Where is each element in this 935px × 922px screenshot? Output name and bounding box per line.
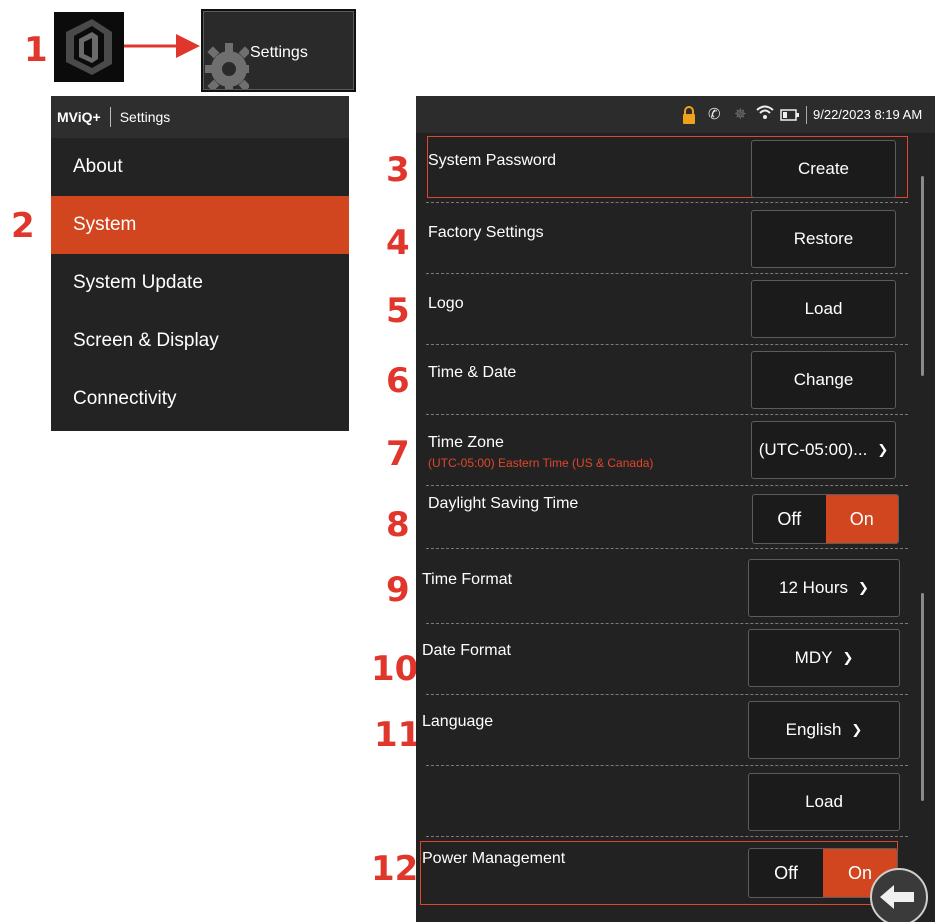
row-divider <box>426 694 908 695</box>
language-dropdown[interactable]: English ❯ <box>748 701 900 759</box>
scrollbar-thumb-lower[interactable] <box>921 593 924 801</box>
power-management-label: Power Management <box>422 850 566 867</box>
callout-12: 12 <box>371 849 419 889</box>
chevron-down-icon: ❯ <box>851 722 863 737</box>
toggle-off-option[interactable]: Off <box>749 849 823 897</box>
load-logo-button[interactable]: Load <box>751 280 896 338</box>
settings-tile-label: Settings <box>250 44 308 61</box>
header-divider <box>109 107 111 127</box>
callout-10: 10 <box>371 649 419 689</box>
time-date-label: Time & Date <box>428 364 517 381</box>
settings-menu: MViQ+ Settings About System System Updat… <box>51 96 349 431</box>
gear-icon <box>205 39 249 89</box>
restore-button[interactable]: Restore <box>751 210 896 268</box>
row-divider <box>426 836 908 837</box>
date-format-dropdown[interactable]: MDY ❯ <box>748 629 900 687</box>
row-divider <box>426 414 908 415</box>
time-format-value: 12 Hours <box>779 578 849 597</box>
time-zone-value: (UTC-05:00)... <box>758 440 868 459</box>
status-datetime: 9/22/2023 8:19 AM <box>813 107 923 122</box>
time-zone-dropdown[interactable]: (UTC-05:00)... ❯ <box>751 421 896 479</box>
callout-9: 9 <box>386 570 410 610</box>
status-divider <box>806 106 807 124</box>
callout-6: 6 <box>386 361 410 401</box>
logo-label: Logo <box>428 295 464 312</box>
menu-item-screen-display[interactable]: Screen & Display <box>51 312 349 370</box>
load-button[interactable]: Load <box>748 773 900 831</box>
brand-label: MViQ+ <box>57 109 101 125</box>
date-format-label: Date Format <box>422 642 511 659</box>
daylight-saving-toggle[interactable]: Off On <box>752 494 899 544</box>
daylight-saving-label: Daylight Saving Time <box>428 495 579 512</box>
callout-5: 5 <box>386 291 410 331</box>
callout-1: 1 <box>24 30 48 70</box>
system-settings-screen: ✆ ✵ 9/22/2023 8:19 AM System Password Cr… <box>416 96 935 922</box>
menu-header: MViQ+ Settings <box>51 96 349 138</box>
callout-4: 4 <box>386 223 410 263</box>
row-divider <box>426 344 908 345</box>
change-time-date-button[interactable]: Change <box>751 351 896 409</box>
chevron-down-icon: ❯ <box>877 442 889 457</box>
toggle-on-option[interactable]: On <box>825 495 898 543</box>
callout-11: 11 <box>374 715 422 755</box>
menu-item-about[interactable]: About <box>51 138 349 196</box>
scrollbar-thumb-upper[interactable] <box>921 176 924 376</box>
row-divider <box>426 765 908 766</box>
wifi-icon <box>756 105 774 124</box>
battery-icon <box>780 108 800 125</box>
callout-2: 2 <box>11 206 35 246</box>
menu-item-system[interactable]: System <box>51 196 349 254</box>
app-logo-icon[interactable] <box>54 12 124 82</box>
row-divider <box>426 623 908 624</box>
time-zone-subtitle: (UTC-05:00) Eastern Time (US & Canada) <box>428 456 654 470</box>
callout-8: 8 <box>386 505 410 545</box>
back-button[interactable] <box>870 868 928 922</box>
row-divider <box>426 273 908 274</box>
chevron-down-icon: ❯ <box>842 650 854 665</box>
microphone-muted-icon: ✆ <box>708 106 721 123</box>
date-format-value: MDY <box>794 648 833 667</box>
row-divider <box>426 548 908 549</box>
status-bar: ✆ ✵ 9/22/2023 8:19 AM <box>416 96 935 133</box>
language-value: English <box>785 720 842 739</box>
time-zone-label: Time Zone <box>428 434 504 451</box>
row-divider <box>426 485 908 486</box>
back-arrow-icon <box>880 885 914 909</box>
callout-7: 7 <box>386 434 410 474</box>
create-password-button[interactable]: Create <box>751 140 896 198</box>
time-format-dropdown[interactable]: 12 Hours ❯ <box>748 559 900 617</box>
system-password-label: System Password <box>428 152 557 169</box>
language-label: Language <box>422 713 494 730</box>
row-divider <box>426 202 908 203</box>
bluetooth-icon: ✵ <box>734 106 747 123</box>
arrow-right-icon <box>124 31 202 61</box>
factory-settings-label: Factory Settings <box>428 224 544 241</box>
time-format-label: Time Format <box>422 571 513 588</box>
menu-title: Settings <box>119 109 171 125</box>
callout-3: 3 <box>386 150 410 190</box>
toggle-off-option[interactable]: Off <box>753 495 826 543</box>
menu-item-system-update[interactable]: System Update <box>51 254 349 312</box>
lock-icon <box>682 106 696 124</box>
menu-item-connectivity[interactable]: Connectivity <box>51 370 349 428</box>
settings-tile[interactable]: Settings <box>201 9 356 92</box>
chevron-down-icon: ❯ <box>858 580 869 595</box>
